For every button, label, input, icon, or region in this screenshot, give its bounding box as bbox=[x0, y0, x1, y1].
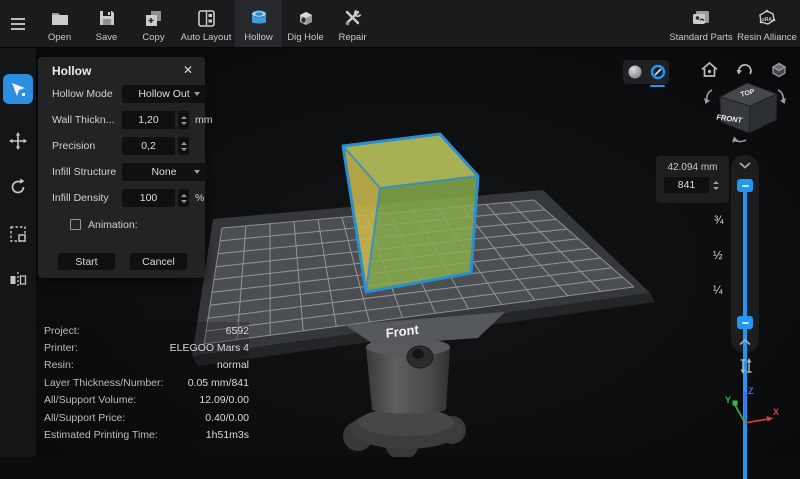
precision-stepper[interactable] bbox=[178, 137, 189, 155]
animation-row: Animation: bbox=[52, 216, 197, 234]
infill-structure-row: Infill Structure None bbox=[52, 163, 197, 181]
rotate-arrow-icon bbox=[8, 177, 28, 197]
mirror-icon bbox=[8, 270, 28, 290]
start-button[interactable]: Start bbox=[58, 253, 115, 270]
menu-hamburger-icon[interactable] bbox=[0, 0, 36, 47]
top-toolbar: Open Save Copy Auto Layout Hollow Dig Ho… bbox=[0, 0, 800, 48]
chevron-down-icon[interactable] bbox=[739, 161, 751, 169]
axis-y-label: Y bbox=[725, 395, 731, 405]
info-row: Estimated Printing Time:1h51m3s bbox=[44, 426, 249, 443]
transparent-sphere-icon[interactable] bbox=[650, 64, 666, 80]
hollow-mode-dropdown[interactable]: Hollow Out bbox=[122, 85, 206, 103]
layout-grid-icon bbox=[197, 7, 216, 29]
auto-layout-button[interactable]: Auto Layout bbox=[177, 0, 235, 47]
dig-hole-button[interactable]: Dig Hole bbox=[282, 0, 329, 47]
hollow-mode-row: Hollow Mode Hollow Out bbox=[52, 85, 197, 103]
axis-x-label: X bbox=[773, 407, 779, 417]
fraction-quarter[interactable]: ¼ bbox=[713, 285, 723, 297]
resin-alliance-button[interactable]: sRA Resin Alliance bbox=[734, 0, 800, 47]
standard-parts-button[interactable]: Standard Parts bbox=[668, 0, 734, 47]
folder-icon bbox=[50, 7, 70, 29]
swap-layers-icon[interactable] bbox=[736, 356, 756, 376]
select-tool-button[interactable] bbox=[3, 74, 33, 104]
wall-thickness-stepper[interactable] bbox=[178, 111, 189, 129]
model-cube[interactable] bbox=[343, 134, 478, 292]
animation-checkbox[interactable] bbox=[70, 219, 81, 230]
precision-input[interactable]: 0,2 bbox=[122, 137, 175, 155]
axis-z-label: Z bbox=[748, 386, 754, 396]
dialog-title: Hollow bbox=[52, 64, 91, 78]
standard-parts-icon bbox=[691, 7, 711, 29]
cancel-button[interactable]: Cancel bbox=[130, 253, 187, 270]
info-row: Printer:ELEGOO Mars 4 bbox=[44, 339, 249, 356]
repair-tools-icon bbox=[343, 7, 363, 29]
height-readout: 42.094 mm bbox=[656, 162, 729, 173]
slider-track[interactable] bbox=[743, 191, 747, 479]
move-arrows-icon bbox=[8, 131, 28, 151]
layer-number-input[interactable]: 841 bbox=[664, 177, 709, 193]
slider-upper-handle[interactable] bbox=[737, 179, 753, 192]
layer-number-stepper[interactable] bbox=[711, 177, 721, 193]
slider-lower-handle[interactable] bbox=[737, 316, 753, 329]
solid-sphere-icon[interactable] bbox=[627, 64, 643, 80]
scale-box-icon bbox=[8, 224, 28, 244]
fraction-three-quarters[interactable]: ¾ bbox=[714, 215, 724, 227]
move-tool-button[interactable] bbox=[3, 126, 33, 156]
hollow-dialog: Hollow ✕ Hollow Mode Hollow Out Wall Thi… bbox=[38, 57, 205, 278]
resin-alliance-icon: sRA bbox=[757, 7, 777, 29]
left-tool-sidebar bbox=[0, 48, 36, 457]
hollow-button[interactable]: Hollow bbox=[235, 0, 282, 47]
infill-density-stepper[interactable] bbox=[178, 189, 189, 207]
infill-density-row: Infill Density 100 % bbox=[52, 189, 197, 207]
hollow-cylinder-icon bbox=[249, 7, 269, 29]
info-row: Resin:normal bbox=[44, 357, 249, 374]
info-row: Layer Thickness/Number:0.05 mm/841 bbox=[44, 374, 249, 391]
axes-gizmo: Z Y X bbox=[718, 383, 780, 433]
wall-thickness-input[interactable]: 1,20 bbox=[122, 111, 175, 129]
view-cube[interactable]: TOP FRONT bbox=[698, 62, 792, 148]
repair-button[interactable]: Repair bbox=[329, 0, 376, 47]
infill-structure-dropdown[interactable]: None bbox=[122, 163, 206, 181]
copy-plus-icon bbox=[144, 7, 163, 29]
scale-tool-button[interactable] bbox=[3, 219, 33, 249]
chevron-up-icon[interactable] bbox=[739, 338, 751, 346]
active-render-mode-underline bbox=[650, 85, 665, 87]
info-row: Project:6592 bbox=[44, 322, 249, 339]
chevron-down-icon bbox=[194, 92, 200, 96]
project-info-panel: Project:6592 Printer:ELEGOO Mars 4 Resin… bbox=[44, 322, 249, 444]
save-button[interactable]: Save bbox=[83, 0, 130, 47]
wall-thickness-row: Wall Thickn... 1,20 mm bbox=[52, 111, 197, 129]
layer-range-slider bbox=[731, 155, 759, 353]
fraction-half[interactable]: ½ bbox=[713, 250, 723, 262]
render-mode-toggle bbox=[623, 60, 669, 84]
svg-text:sRA: sRA bbox=[762, 17, 772, 23]
chevron-down-icon bbox=[194, 170, 200, 174]
precision-row: Precision 0,2 bbox=[52, 137, 197, 155]
dig-hole-cube-icon bbox=[296, 7, 316, 29]
infill-density-input[interactable]: 100 bbox=[122, 189, 175, 207]
info-row: All/Support Price:0.40/0.00 bbox=[44, 409, 249, 426]
select-cursor-icon bbox=[8, 79, 28, 99]
layer-height-panel: 42.094 mm 841 bbox=[656, 156, 729, 203]
open-button[interactable]: Open bbox=[36, 0, 83, 47]
floppy-icon bbox=[98, 7, 116, 29]
info-row: All/Support Volume:12.09/0.00 bbox=[44, 392, 249, 409]
copy-button[interactable]: Copy bbox=[130, 0, 177, 47]
rotate-tool-button[interactable] bbox=[3, 172, 33, 202]
close-icon[interactable]: ✕ bbox=[181, 63, 195, 77]
mirror-tool-button[interactable] bbox=[3, 265, 33, 295]
